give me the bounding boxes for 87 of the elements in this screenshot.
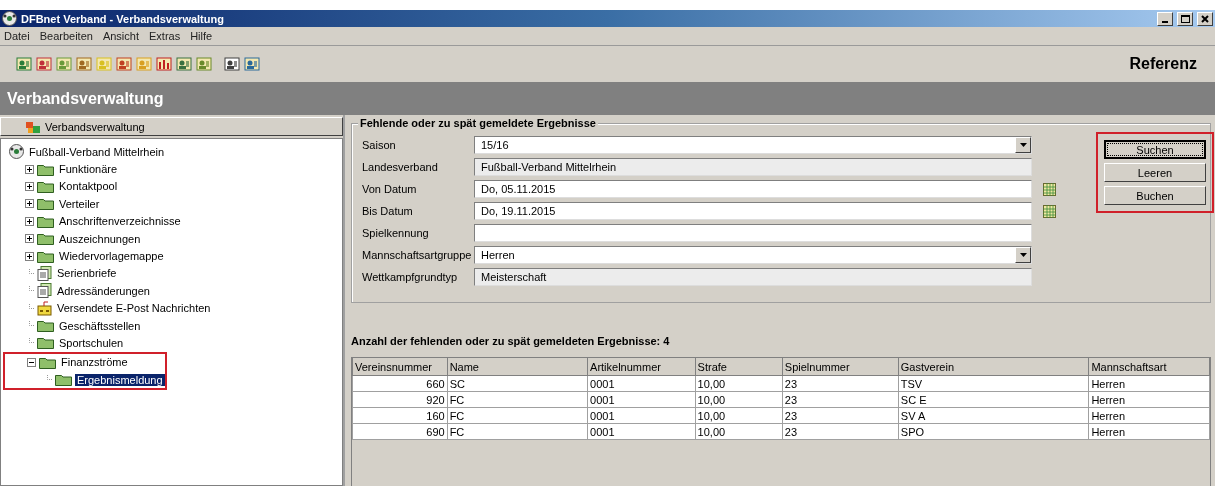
dropdown-field[interactable]: Herren (474, 246, 1032, 264)
football-icon (2, 11, 17, 26)
person-card-icon[interactable] (16, 56, 32, 72)
bar-chart-icon[interactable] (156, 56, 172, 72)
field-label: Spielkennung (362, 227, 430, 239)
mailbox-icon (37, 300, 52, 316)
maximize-button[interactable] (1177, 11, 1193, 26)
action-button[interactable]: Suchen (1104, 140, 1206, 159)
tree-item[interactable]: Kontaktpool (57, 180, 120, 193)
tree-item[interactable]: Fußball-Verband Mittelrhein (27, 145, 167, 158)
tree-item[interactable]: Auszeichnungen (57, 232, 143, 245)
minimize-icon (1162, 20, 1168, 23)
tree-item[interactable]: Versendete E-Post Nachrichten (55, 302, 213, 315)
field-label: Wettkampfgrundtyp (362, 271, 459, 283)
result-count: Anzahl der fehlenden oder zu spät gemeldeten Ergebnisse: 4 (351, 335, 671, 347)
minimize-button[interactable] (1157, 11, 1173, 26)
calendar-icon[interactable] (1043, 182, 1056, 196)
expand-icon[interactable] (25, 181, 34, 191)
column-header[interactable]: Name (447, 358, 588, 376)
dropdown-arrow-icon (1019, 143, 1027, 147)
expand-icon[interactable] (25, 234, 34, 244)
window-title: DFBnet Verband - Verbandsverwaltung (21, 12, 225, 25)
field-label: Landesverband (362, 161, 439, 173)
expand-icon[interactable] (25, 164, 34, 174)
person-card-icon[interactable] (244, 56, 260, 72)
tree-item[interactable]: Verteiler (57, 197, 102, 210)
tree-item[interactable]: Wiedervorlagemappe (57, 250, 166, 263)
field-label: Bis Datum (362, 205, 414, 217)
folder-icon (39, 355, 56, 369)
expand-icon[interactable] (25, 199, 34, 209)
folder-icon (37, 179, 54, 193)
readonly-field: Meisterschaft (474, 268, 1032, 286)
folder-icon (37, 162, 54, 176)
column-header[interactable]: Vereinsnummer (352, 358, 448, 376)
tree-item[interactable]: Geschäftsstellen (57, 319, 143, 332)
tree-item[interactable]: Adressänderungen (55, 284, 152, 297)
menu-item[interactable]: Hilfe (190, 30, 213, 42)
dropdown-arrow-icon (1019, 253, 1027, 257)
close-icon (1201, 14, 1209, 23)
expand-icon[interactable] (25, 216, 34, 226)
date-field[interactable]: Do, 19.11.2015 (474, 202, 1032, 220)
dropdown-field[interactable]: 15/16 (474, 136, 1032, 154)
field-label: Saison (362, 139, 397, 151)
menu-item[interactable]: Datei (4, 30, 30, 42)
menu-item[interactable]: Extras (149, 30, 181, 42)
expand-icon[interactable] (25, 251, 34, 261)
folder-icon (37, 197, 54, 211)
action-button[interactable]: Leeren (1104, 163, 1206, 182)
maximize-icon (1180, 14, 1190, 23)
action-button[interactable]: Buchen (1104, 186, 1206, 205)
folder-icon (37, 214, 54, 228)
column-header[interactable]: Spielnummer (782, 358, 899, 376)
group-title: Fehlende oder zu spät gemeldete Ergebnisse (358, 117, 598, 129)
tree-item[interactable]: Sportschulen (57, 337, 126, 349)
sidebar-tab-label: Verbandsverwaltung (45, 120, 145, 133)
folder-icon (55, 373, 72, 387)
document-icon (37, 283, 52, 299)
collapse-icon[interactable] (27, 357, 36, 367)
document-icon (37, 265, 52, 281)
close-button[interactable] (1197, 11, 1213, 26)
tree-item[interactable]: Finanzströme (59, 356, 130, 369)
input-field[interactable] (474, 224, 1032, 242)
folder-icon (37, 319, 54, 333)
section-title: Verbandsverwaltung (7, 89, 164, 108)
module-icon (25, 119, 41, 134)
column-header[interactable]: Artikelnummer (587, 358, 696, 376)
football-icon (9, 144, 24, 160)
folder-icon (37, 336, 54, 350)
readonly-field: Fußball-Verband Mittelrhein (474, 158, 1032, 176)
tree-item[interactable]: Ergebnismeldung (75, 373, 165, 386)
menu-item[interactable]: Ansicht (102, 30, 139, 42)
folder-icon (37, 249, 54, 263)
sidebar-tab[interactable]: Verbandsverwaltung (0, 117, 343, 136)
column-header[interactable]: Gastverein (898, 358, 1089, 376)
column-header[interactable]: Strafe (695, 358, 783, 376)
environment-label: Referenz (1129, 55, 1198, 73)
tree-item[interactable]: Funktionäre (57, 163, 120, 176)
person-card-icon[interactable] (36, 56, 52, 72)
column-header[interactable]: Mannschaftsart (1088, 358, 1210, 376)
field-label: Von Datum (362, 183, 418, 195)
tree-item[interactable]: Anschriftenverzeichnisse (57, 215, 183, 228)
folder-icon (37, 232, 54, 246)
tree-item[interactable]: Serienbriefe (55, 267, 119, 280)
field-label: Mannschaftsartgruppe (362, 249, 473, 261)
date-field[interactable]: Do, 05.11.2015 (474, 180, 1032, 198)
menu-item[interactable]: Bearbeiten (39, 30, 93, 42)
calendar-icon[interactable] (1043, 204, 1056, 218)
